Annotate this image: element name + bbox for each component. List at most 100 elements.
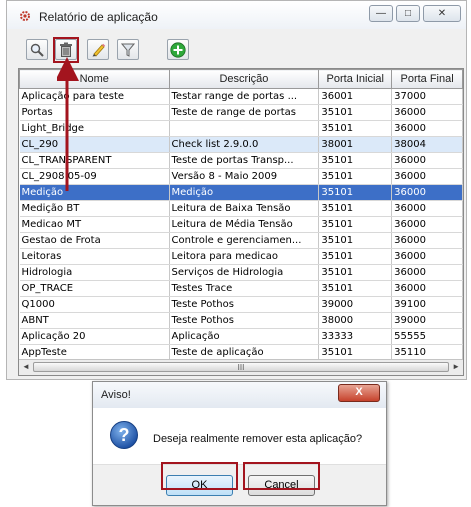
- cell-description: Testar range de portas ...: [169, 88, 320, 105]
- cell-end-port: 36000: [391, 104, 463, 121]
- filter-icon: [121, 43, 135, 57]
- column-header-description[interactable]: Descrição: [168, 69, 320, 89]
- window-titlebar[interactable]: Relatório de aplicação — □ ✕: [7, 1, 466, 29]
- table-row[interactable]: Medição BT Leitura de Baixa Tensão 35101 36…: [19, 200, 463, 217]
- column-header-end-port[interactable]: Porta Final: [391, 69, 463, 89]
- cell-name: Light_Bridge: [19, 120, 170, 137]
- cell-name: Q1000: [19, 296, 170, 313]
- cell-description: Check list 2.9.0.0: [169, 136, 320, 153]
- cell-end-port: 36000: [391, 200, 463, 217]
- edit-pencil-icon: [92, 43, 105, 57]
- table-row[interactable]: OP_TRACE Testes Trace 35101 36000: [19, 280, 463, 297]
- cell-end-port: 36000: [391, 232, 463, 249]
- cell-start-port: 33333: [318, 328, 393, 345]
- cell-end-port: 37000: [391, 88, 463, 105]
- table-row[interactable]: Hidrologia Serviços de Hidrologia 35101 360…: [19, 264, 463, 281]
- window-title: Relatório de aplicação: [39, 10, 158, 24]
- cell-start-port: 35101: [318, 216, 393, 233]
- cell-description: Teste Pothos: [169, 296, 320, 313]
- table-row[interactable]: Light_Bridge 35101 36000: [19, 120, 463, 137]
- add-button[interactable]: [167, 39, 189, 60]
- table-row[interactable]: Medicao MT Leitura de Média Tensão 35101 36…: [19, 216, 463, 233]
- table-row[interactable]: ABNT Teste Pothos 38000 39000: [19, 312, 463, 329]
- cell-end-port: 38004: [391, 136, 463, 153]
- edit-button[interactable]: [87, 39, 109, 60]
- cell-start-port: 35101: [318, 280, 393, 297]
- cell-name: Leitoras: [19, 248, 170, 265]
- table-row[interactable]: Aplicação para teste Testar range de port…: [19, 88, 463, 105]
- table-row[interactable]: Portas Teste de range de portas 35101 36000: [19, 104, 463, 121]
- table-row[interactable]: Aplicação 20 Aplicação 33333 55555: [19, 328, 463, 345]
- cell-end-port: 39000: [391, 312, 463, 329]
- cell-end-port: 36000: [391, 248, 463, 265]
- applications-table: Nome Descrição Porta Inicial Porta Final…: [19, 69, 463, 361]
- cell-end-port: 36000: [391, 264, 463, 281]
- cell-name: Medição: [19, 184, 170, 201]
- cell-name: Aplicação para teste: [19, 88, 170, 105]
- cell-name: Aplicação 20: [19, 328, 170, 345]
- cell-name: ABNT: [19, 312, 170, 329]
- cell-name: Medicao MT: [19, 216, 170, 233]
- scroll-right-icon[interactable]: ►: [452, 362, 460, 371]
- cell-start-port: 35101: [318, 232, 393, 249]
- column-header-start-port[interactable]: Porta Inicial: [318, 69, 393, 89]
- cell-description: Serviços de Hidrologia: [169, 264, 320, 281]
- annotation-arrow-icon: [57, 57, 79, 191]
- cell-start-port: 35101: [318, 168, 393, 185]
- cell-name: CL_290: [19, 136, 170, 153]
- maximize-button[interactable]: □: [396, 5, 420, 22]
- table-row[interactable]: CL_2908 05-09 Versão 8 - Maio 2009 35101 36…: [19, 168, 463, 185]
- question-icon: ?: [110, 421, 138, 449]
- dialog-close-button[interactable]: X: [338, 384, 380, 402]
- cell-description: [169, 120, 320, 137]
- table-row[interactable]: Leitoras Leitora para medicao 35101 36000: [19, 248, 463, 265]
- filter-button[interactable]: [117, 39, 139, 60]
- cell-description: Testes Trace: [169, 280, 320, 297]
- cell-description: Leitura de Média Tensão: [169, 216, 320, 233]
- ok-highlight-annotation: [161, 462, 238, 490]
- dialog-title: Aviso!: [101, 389, 131, 401]
- window-close-button[interactable]: ✕: [423, 5, 461, 22]
- cell-description: Leitora para medicao: [169, 248, 320, 265]
- cell-name: Gestao de Frota: [19, 232, 170, 249]
- cell-description: Versão 8 - Maio 2009: [169, 168, 320, 185]
- cell-description: Teste de range de portas: [169, 104, 320, 121]
- table-row[interactable]: Q1000 Teste Pothos 39000 39100: [19, 296, 463, 313]
- scrollbar-thumb[interactable]: III: [33, 362, 449, 372]
- search-button[interactable]: [26, 39, 48, 60]
- cell-start-port: 35101: [318, 200, 393, 217]
- cell-start-port: 38001: [318, 136, 393, 153]
- cell-start-port: 35101: [318, 248, 393, 265]
- cell-name: Hidrologia: [19, 264, 170, 281]
- cell-name: CL_2908 05-09: [19, 168, 170, 185]
- cell-end-port: 36000: [391, 184, 463, 201]
- cell-description: Teste de portas Transp...: [169, 152, 320, 169]
- cell-start-port: 39000: [318, 296, 393, 313]
- cell-description: Aplicação: [169, 328, 320, 345]
- cell-end-port: 39100: [391, 296, 463, 313]
- table-body: Aplicação para teste Testar range de port…: [19, 88, 463, 361]
- cell-description: Leitura de Baixa Tensão: [169, 200, 320, 217]
- table-row[interactable]: Gestao de Frota Controle e gerenciamen...…: [19, 232, 463, 249]
- table-row[interactable]: CL_290 Check list 2.9.0.0 38001 38004: [19, 136, 463, 153]
- cell-end-port: 36000: [391, 120, 463, 137]
- column-header-name[interactable]: Nome: [19, 69, 170, 89]
- cell-description: Controle e gerenciamen...: [169, 232, 320, 249]
- add-icon: [170, 41, 186, 58]
- dialog-message: Deseja realmente remover esta aplicação?: [153, 433, 363, 445]
- table-row[interactable]: Medição Medição 35101 36000: [19, 184, 463, 201]
- svg-text:?: ?: [119, 425, 130, 445]
- cancel-highlight-annotation: [243, 462, 320, 490]
- horizontal-scrollbar[interactable]: ◄ III ►: [19, 359, 463, 375]
- cell-start-port: 36001: [318, 88, 393, 105]
- cell-end-port: 36000: [391, 216, 463, 233]
- dialog-footer: OK Cancel: [93, 464, 386, 505]
- dialog-titlebar[interactable]: Aviso! X: [93, 382, 386, 408]
- cell-start-port: 35101: [318, 104, 393, 121]
- cell-start-port: 35101: [318, 120, 393, 137]
- table-row[interactable]: CL_TRANSPARENTTeste de portas Transp...3…: [19, 152, 463, 169]
- scroll-left-icon[interactable]: ◄: [22, 362, 30, 371]
- cell-name: Medição BT: [19, 200, 170, 217]
- minimize-button[interactable]: —: [369, 5, 393, 22]
- cell-name: CL_TRANSPARENT: [19, 152, 170, 169]
